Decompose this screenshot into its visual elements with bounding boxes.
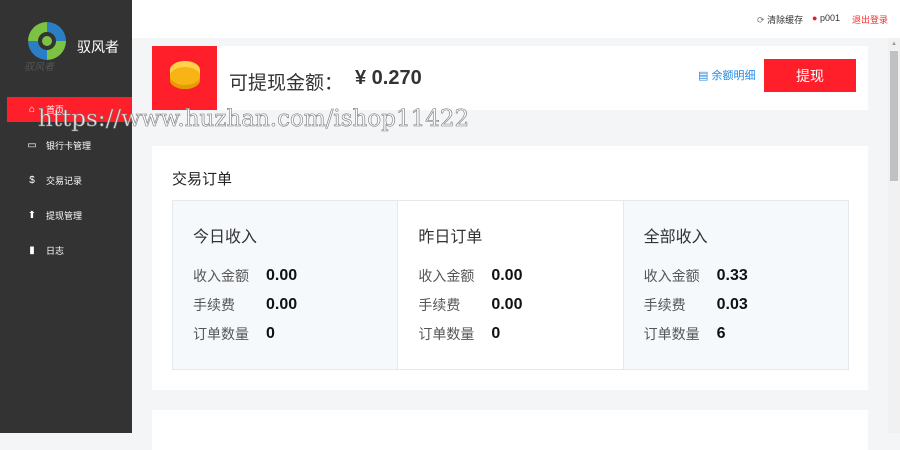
brand-name: 驭风者	[77, 39, 119, 55]
card-icon: ▭	[27, 140, 37, 151]
balance-card: 可提现金额： ¥ 0.270 ▤ 余额明细 提现	[152, 46, 868, 110]
detail-label: 余额明细	[711, 70, 756, 82]
sidebar: 驭风者 驭风者 ⌂ 首页 ▭ 银行卡管理 $ 交易记录 ⬆ 提现管理 ▮ 日志	[0, 0, 132, 433]
stat-today: 今日收入 收入金额 0.00 手续费 0.00 订单数量 0	[173, 201, 399, 369]
nav-label: 银行卡管理	[46, 141, 92, 151]
stat-key: 手续费	[418, 296, 461, 313]
refresh-icon: ⟳	[757, 15, 765, 25]
user-icon: ●	[812, 13, 818, 23]
username: p001	[819, 13, 840, 23]
upload-icon: ⬆	[27, 210, 37, 221]
stat-yesterday: 昨日订单 收入金额 0.00 手续费 0.00 订单数量 0	[398, 201, 624, 369]
orders-title: 交易订单	[172, 171, 233, 188]
sidebar-item-transactions[interactable]: $ 交易记录	[0, 168, 125, 193]
scrollbar[interactable]: ▲	[888, 38, 900, 433]
stat-key: 手续费	[193, 296, 235, 313]
scroll-up-icon[interactable]: ▲	[891, 41, 897, 47]
stat-value: 0.00	[491, 295, 523, 313]
sidebar-item-bank-cards[interactable]: ▭ 银行卡管理	[0, 133, 125, 158]
stat-value: 0.00	[266, 266, 298, 284]
clear-cache-button[interactable]: ⟳ 清除缓存	[757, 13, 803, 26]
list-icon: ▤	[698, 70, 709, 82]
stat-value: 0	[491, 324, 501, 342]
next-card	[152, 410, 868, 450]
topbar: ⟳ 清除缓存 ● p001 退出登录	[132, 0, 900, 38]
nav-label: 交易记录	[46, 176, 83, 186]
stat-key: 订单数量	[193, 325, 249, 342]
book-icon: ▮	[29, 245, 35, 256]
dollar-icon: $	[29, 175, 35, 186]
balance-amount: ¥ 0.270	[355, 67, 422, 89]
stat-value: 0.03	[716, 295, 748, 313]
logout-link[interactable]: 退出登录	[852, 13, 888, 26]
clear-cache-label: 清除缓存	[767, 15, 804, 25]
stat-key: 收入金额	[643, 267, 700, 284]
stat-key: 收入金额	[418, 267, 475, 284]
stat-key: 收入金额	[193, 267, 249, 284]
balance-detail-link[interactable]: ▤ 余额明细	[698, 67, 755, 83]
nav-label: 提现管理	[46, 211, 83, 221]
orders-card: 交易订单 今日收入 收入金额 0.00 手续费 0.00 订单数量 0 昨日订单 收入…	[152, 146, 868, 390]
stat-key: 订单数量	[418, 325, 475, 342]
sidebar-item-withdrawals[interactable]: ⬆ 提现管理	[0, 203, 125, 228]
balance-label: 可提现金额：	[229, 73, 344, 94]
stat-key: 订单数量	[643, 325, 700, 342]
sidebar-item-home[interactable]: ⌂ 首页	[7, 97, 132, 122]
nav-label: 日志	[46, 246, 65, 256]
stat-title: 今日收入	[193, 229, 258, 246]
scrollbar-thumb[interactable]	[890, 51, 898, 181]
stat-title: 昨日订单	[418, 229, 483, 246]
stat-value: 6	[716, 324, 726, 342]
stat-title: 全部收入	[643, 229, 708, 246]
user-menu[interactable]: ● p001	[812, 13, 840, 23]
nav-label: 首页	[46, 105, 65, 115]
logo	[28, 22, 66, 60]
logo-text: 驭风者	[24, 62, 54, 73]
stat-value: 0.00	[266, 295, 298, 313]
stat-value: 0.33	[716, 266, 748, 284]
stat-value: 0	[266, 324, 275, 342]
stat-value: 0.00	[491, 266, 523, 284]
coins-icon	[152, 46, 217, 110]
stat-total: 全部收入 收入金额 0.33 手续费 0.03 订单数量 6	[623, 201, 848, 369]
stats-grid: 今日收入 收入金额 0.00 手续费 0.00 订单数量 0 昨日订单 收入金额 0.0…	[172, 200, 849, 370]
home-icon: ⌂	[28, 104, 36, 115]
stat-key: 手续费	[643, 296, 686, 313]
withdraw-button[interactable]: 提现	[764, 59, 856, 92]
sidebar-item-logs[interactable]: ▮ 日志	[0, 238, 125, 263]
